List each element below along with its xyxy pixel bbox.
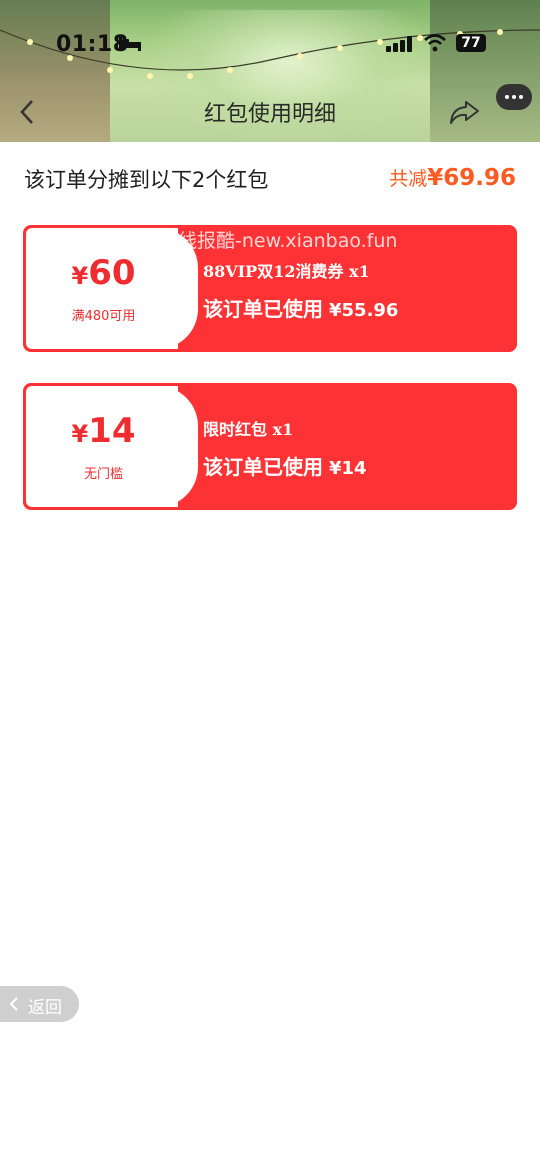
signal-icon	[386, 36, 412, 52]
coupon-condition: 满480可用	[71, 309, 136, 324]
coupon-used-label: 该订单已使用	[203, 297, 323, 321]
header-banner: 01:18 77 红包使用明细	[0, 0, 540, 142]
coupon-card[interactable]: ¥14 无门槛 限时红包 x1 该订单已使用 ¥14	[23, 383, 517, 510]
coupon-used: 该订单已使用 ¥55.96	[203, 293, 398, 322]
battery-indicator: 77	[456, 34, 486, 52]
summary-row: 该订单分摊到以下2个红包 共减¥69.96	[24, 164, 516, 194]
coupon-amount: ¥14	[26, 411, 181, 451]
bed-icon	[119, 37, 141, 51]
more-icon[interactable]	[496, 84, 532, 110]
status-bar: 01:18 77	[0, 0, 540, 80]
coupon-used-value: ¥55.96	[329, 300, 399, 321]
coupon-amount: ¥60	[26, 253, 181, 293]
summary-total-amount: ¥69.96	[427, 165, 516, 191]
coupon-amount-value: 60	[88, 253, 136, 293]
coupon-used-value: ¥14	[329, 458, 367, 479]
summary-text: 该订单分摊到以下2个红包	[24, 168, 269, 192]
coupon-currency: ¥	[71, 420, 89, 448]
coupon-name: 限时红包 x1	[203, 420, 294, 439]
summary-total-label: 共减	[389, 168, 428, 190]
return-button[interactable]: 返回	[0, 986, 79, 1022]
coupon-used: 该订单已使用 ¥14	[203, 451, 367, 480]
summary-total: 共减¥69.96	[389, 164, 516, 191]
wifi-icon	[424, 34, 446, 52]
coupon-condition: 无门槛	[83, 467, 123, 482]
watermark-text: 线报酷-new.xianbao.fun	[178, 230, 398, 252]
coupon-used-label: 该订单已使用	[203, 455, 323, 479]
chevron-left-icon	[9, 997, 18, 1011]
coupon-name: 88VIP双12消费券 x1	[203, 262, 370, 281]
coupon-amount-value: 14	[88, 411, 136, 451]
return-button-label: 返回	[28, 998, 62, 1018]
coupon-currency: ¥	[71, 262, 89, 290]
main-content: 该订单分摊到以下2个红包 共减¥69.96 ¥60 满480可用 88VIP双1…	[0, 142, 540, 1174]
share-icon[interactable]	[448, 98, 480, 126]
